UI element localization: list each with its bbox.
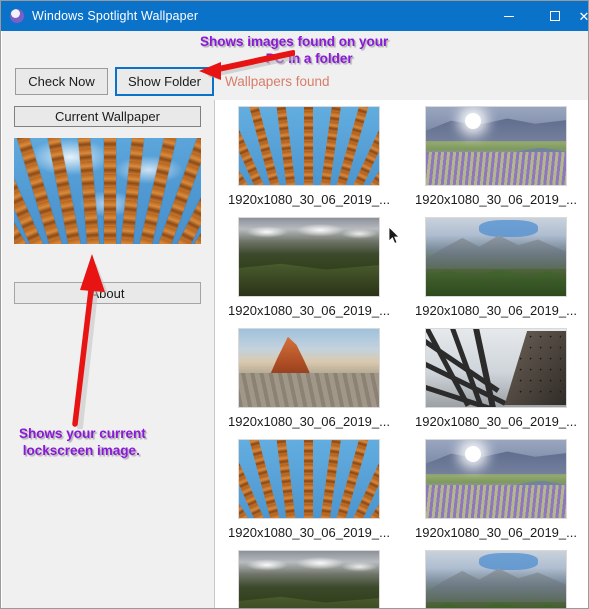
minimize-icon bbox=[504, 15, 514, 17]
left-panel: Current Wallpaper About bbox=[2, 100, 215, 608]
maximize-icon bbox=[550, 11, 560, 21]
wallpaper-item[interactable]: 1920x1080_30_06_2019_... bbox=[223, 217, 395, 318]
wallpaper-thumbnail[interactable] bbox=[425, 439, 567, 519]
wallpaper-thumbnail[interactable] bbox=[238, 328, 380, 408]
art-lavender-field bbox=[426, 107, 566, 185]
wallpaper-filename: 1920x1080_30_06_2019_... bbox=[415, 303, 577, 318]
wallpaper-item[interactable]: 1920x1080_30_06_2019_... bbox=[223, 439, 395, 540]
annotation-bottom-text: Shows your current lockscreen image. bbox=[19, 426, 146, 458]
wallpaper-item[interactable] bbox=[410, 550, 582, 608]
show-folder-button[interactable]: Show Folder bbox=[115, 67, 214, 96]
maximize-button[interactable] bbox=[532, 1, 578, 31]
wallpaper-filename: 1920x1080_30_06_2019_... bbox=[415, 192, 577, 207]
art-iron-structure bbox=[426, 329, 566, 407]
wallpaper-item[interactable]: 1920x1080_30_06_2019_... bbox=[410, 106, 582, 207]
current-wallpaper-preview[interactable] bbox=[14, 138, 201, 244]
wallpaper-thumbnail[interactable] bbox=[425, 217, 567, 297]
wallpaper-gallery[interactable]: 1920x1080_30_06_2019_... 1920x1080_30_06… bbox=[215, 100, 588, 608]
wallpaper-item[interactable]: 1920x1080_30_06_2019_... bbox=[223, 106, 395, 207]
wallpaper-thumbnail[interactable] bbox=[238, 550, 380, 608]
gallery-grid: 1920x1080_30_06_2019_... 1920x1080_30_06… bbox=[215, 100, 588, 608]
wallpaper-thumbnail[interactable] bbox=[425, 328, 567, 408]
close-icon: ✕ bbox=[578, 8, 589, 24]
title-bar: Windows Spotlight Wallpaper ✕ bbox=[1, 1, 589, 31]
wallpaper-thumbnail[interactable] bbox=[238, 217, 380, 297]
wallpaper-thumbnail[interactable] bbox=[425, 550, 567, 608]
wallpaper-filename: 1920x1080_30_06_2019_... bbox=[228, 303, 390, 318]
wallpapers-found-status: Wallpapers found bbox=[225, 74, 330, 89]
preview-beam bbox=[104, 138, 116, 244]
wallpaper-item[interactable]: 1920x1080_30_06_2019_... bbox=[410, 439, 582, 540]
wallpaper-item[interactable] bbox=[223, 550, 395, 608]
art-lavender-field bbox=[426, 440, 566, 518]
spotlight-app-icon bbox=[10, 9, 24, 23]
wallpaper-filename: 1920x1080_30_06_2019_... bbox=[228, 192, 390, 207]
wallpaper-filename: 1920x1080_30_06_2019_... bbox=[415, 525, 577, 540]
art-skyscrapers bbox=[239, 440, 379, 518]
art-rocky-mountain bbox=[426, 551, 566, 608]
art-red-rock-desert bbox=[239, 329, 379, 407]
about-button[interactable]: About bbox=[14, 282, 201, 304]
wallpaper-thumbnail[interactable] bbox=[238, 106, 380, 186]
app-window: Windows Spotlight Wallpaper ✕ Check Now … bbox=[0, 0, 589, 609]
wallpaper-thumbnail[interactable] bbox=[238, 439, 380, 519]
wallpaper-filename: 1920x1080_30_06_2019_... bbox=[415, 414, 577, 429]
wallpaper-thumbnail[interactable] bbox=[425, 106, 567, 186]
check-now-button[interactable]: Check Now bbox=[15, 68, 108, 95]
wallpaper-item[interactable]: 1920x1080_30_06_2019_... bbox=[410, 217, 582, 318]
window-title: Windows Spotlight Wallpaper bbox=[32, 9, 199, 23]
wallpaper-filename: 1920x1080_30_06_2019_... bbox=[228, 525, 390, 540]
art-green-valley bbox=[239, 218, 379, 296]
wallpaper-filename: 1920x1080_30_06_2019_... bbox=[228, 414, 390, 429]
art-rocky-mountain bbox=[426, 218, 566, 296]
close-button[interactable]: ✕ bbox=[578, 1, 589, 31]
minimize-button[interactable] bbox=[486, 1, 532, 31]
art-green-valley bbox=[239, 551, 379, 608]
annotation-top-text: Shows images found on your PC in a folde… bbox=[200, 34, 389, 66]
mouse-cursor bbox=[389, 227, 400, 244]
art-skyscrapers bbox=[239, 107, 379, 185]
wallpaper-item[interactable]: 1920x1080_30_06_2019_... bbox=[223, 328, 395, 429]
current-wallpaper-button[interactable]: Current Wallpaper bbox=[14, 106, 201, 127]
wallpaper-item[interactable]: 1920x1080_30_06_2019_... bbox=[410, 328, 582, 429]
window-controls: ✕ bbox=[486, 1, 589, 31]
